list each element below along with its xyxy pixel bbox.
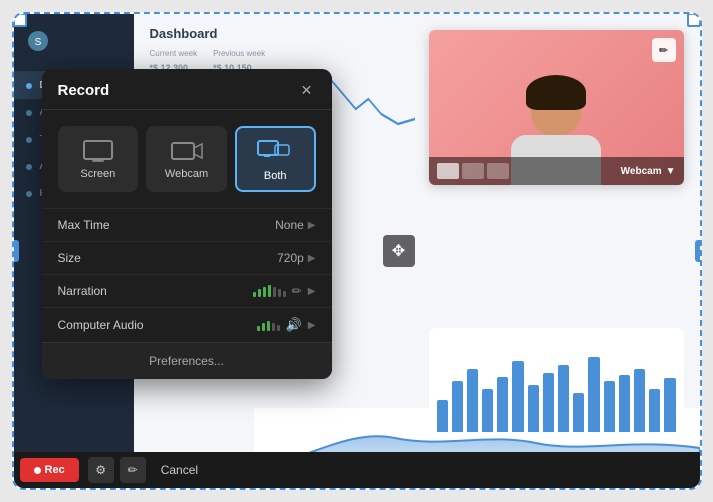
- vol-seg-3: [263, 287, 266, 297]
- modal-title: Record: [58, 82, 110, 99]
- bar-segment: [482, 389, 493, 432]
- vol-seg-5: [273, 287, 276, 297]
- webcam-dropdown-arrow[interactable]: ▼: [666, 166, 676, 177]
- svg-text:S: S: [34, 37, 41, 48]
- computer-audio-volume-bar: [257, 319, 280, 331]
- corner-handle-tr[interactable]: [687, 13, 701, 27]
- ca-vol-seg-4: [272, 323, 275, 331]
- stat-current-label: Current week: [150, 49, 198, 58]
- bar-segment: [452, 381, 463, 432]
- vol-seg-6: [278, 289, 281, 297]
- gear-icon: ⚙: [95, 463, 106, 477]
- rec-dot-icon: [34, 467, 41, 474]
- mode-buttons-row: Screen Webcam: [42, 110, 332, 208]
- cancel-button[interactable]: Cancel: [153, 459, 206, 481]
- vol-seg-2: [258, 289, 261, 297]
- bar-segment: [619, 375, 630, 432]
- computer-audio-arrow[interactable]: ▶: [308, 320, 316, 331]
- bar-segment: [588, 357, 599, 432]
- bar-segment: [634, 369, 645, 432]
- narration-label: Narration: [58, 284, 253, 298]
- ca-vol-seg-5: [277, 325, 280, 331]
- mode-both-label: Both: [245, 170, 306, 182]
- max-time-row: Max Time None ▶: [42, 208, 332, 241]
- move-handle[interactable]: ✥: [383, 235, 415, 267]
- tools-icon: [26, 137, 32, 143]
- sidebar-logo: S: [14, 14, 134, 72]
- source-buttons: [437, 163, 509, 179]
- bar-segment: [664, 378, 675, 432]
- vol-seg-4: [268, 285, 271, 297]
- webcam-preview: ✏ Webcam ▼: [429, 30, 684, 185]
- narration-arrow[interactable]: ▶: [308, 286, 316, 297]
- bar-segment: [543, 373, 554, 432]
- narration-row: Narration ▶: [42, 274, 332, 307]
- bar-segment: [497, 377, 508, 432]
- vol-seg-1: [253, 292, 256, 297]
- mode-webcam-button[interactable]: Webcam: [146, 126, 227, 192]
- size-value: 720p: [277, 251, 304, 265]
- bar-segment: [437, 400, 448, 432]
- mode-screen-label: Screen: [68, 168, 129, 180]
- preferences-button[interactable]: Preferences...: [42, 342, 332, 379]
- record-modal: Record ✕ Screen: [42, 69, 332, 379]
- source-webcam-btn[interactable]: [487, 163, 509, 179]
- max-time-label: Max Time: [58, 218, 276, 232]
- side-handle-left[interactable]: [12, 240, 19, 262]
- home-icon: [26, 83, 32, 89]
- bar-segment: [604, 381, 615, 432]
- bottom-toolbar: Rec ⚙ ✏ Cancel: [14, 452, 700, 488]
- speaker-icon[interactable]: 🔊: [286, 317, 302, 333]
- corner-handle-tl[interactable]: [13, 13, 27, 27]
- bar-segment: [573, 393, 584, 432]
- rec-label: Rec: [45, 464, 65, 476]
- person-hair: [526, 75, 586, 110]
- activity-icon: [26, 110, 32, 116]
- source-screen-btn[interactable]: [437, 163, 459, 179]
- computer-audio-label: Computer Audio: [58, 318, 257, 332]
- bar-segment: [649, 389, 660, 432]
- narration-volume-bar: [253, 285, 286, 297]
- max-time-arrow[interactable]: ▶: [308, 220, 316, 231]
- side-handle-right[interactable]: [695, 240, 702, 262]
- bar-segment: [558, 365, 569, 432]
- webcam-icon: [156, 140, 217, 162]
- webcam-controls: Webcam ▼: [429, 157, 684, 185]
- bar-chart: [429, 328, 684, 438]
- computer-audio-row: Computer Audio 🔊 ▶: [42, 307, 332, 342]
- both-icon: [245, 140, 306, 164]
- webcam-label: Webcam ▼: [621, 166, 676, 177]
- size-row: Size 720p ▶: [42, 241, 332, 274]
- size-label: Size: [58, 251, 278, 265]
- modal-header: Record ✕: [42, 69, 332, 110]
- webcam-edit-button[interactable]: ✏: [652, 38, 676, 62]
- analytics-icon: [26, 164, 32, 170]
- ca-vol-seg-3: [267, 321, 270, 331]
- settings-button[interactable]: ⚙: [88, 457, 114, 483]
- mode-webcam-label: Webcam: [156, 168, 217, 180]
- mode-both-button[interactable]: Both: [235, 126, 316, 192]
- max-time-value: None: [275, 218, 304, 232]
- source-mix-btn[interactable]: [462, 163, 484, 179]
- size-arrow[interactable]: ▶: [308, 253, 316, 264]
- ca-vol-seg-2: [262, 323, 265, 331]
- main-frame: S Dashboard Activity Tools Analytics: [12, 12, 702, 490]
- bar-segment: [467, 369, 478, 432]
- bar-segment: [528, 385, 539, 432]
- screen-icon: [68, 140, 129, 162]
- bar-segment: [512, 361, 523, 432]
- mode-screen-button[interactable]: Screen: [58, 126, 139, 192]
- pencil-toolbar-icon: ✏: [128, 463, 138, 477]
- modal-close-button[interactable]: ✕: [298, 81, 316, 99]
- ca-vol-seg-1: [257, 326, 260, 331]
- narration-pencil-icon[interactable]: [292, 284, 302, 298]
- edit-button[interactable]: ✏: [120, 457, 146, 483]
- person-head: [531, 80, 581, 135]
- help-icon: [26, 191, 32, 197]
- rec-button[interactable]: Rec: [20, 458, 79, 482]
- vol-seg-7: [283, 291, 286, 297]
